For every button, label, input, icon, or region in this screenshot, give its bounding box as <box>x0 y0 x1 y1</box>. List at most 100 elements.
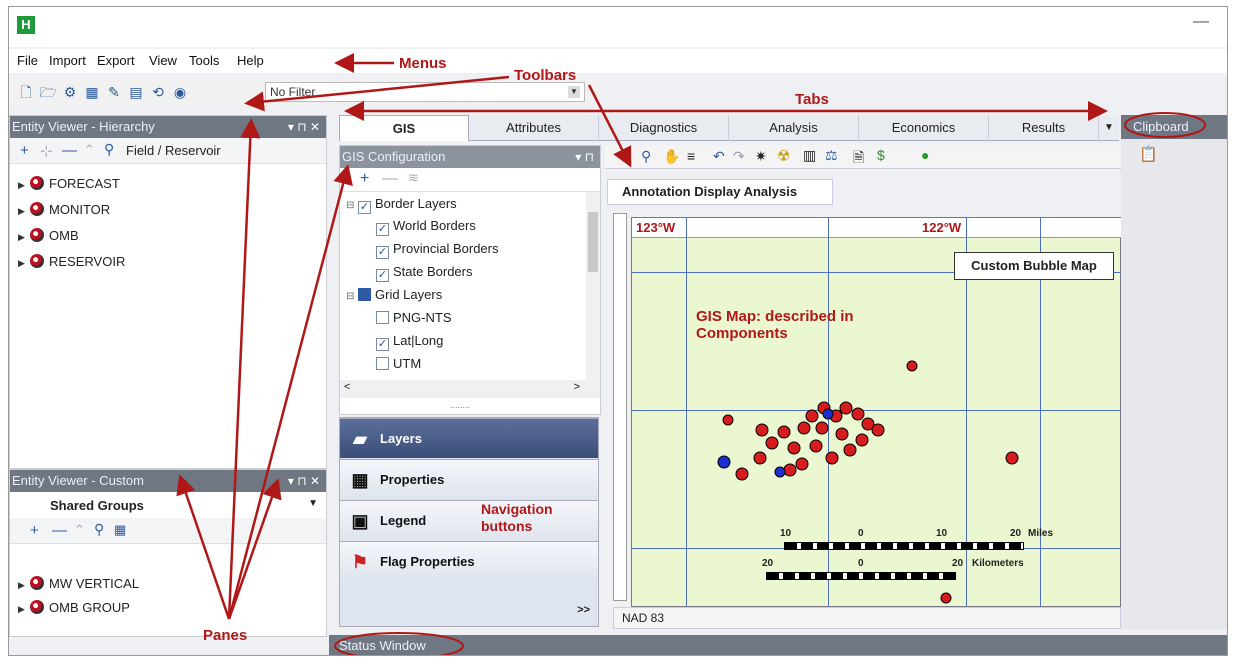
add-icon[interactable]: + <box>30 522 39 539</box>
layer-item[interactable]: ✓ World Borders <box>376 216 476 236</box>
search-icon[interactable]: ⚲ <box>104 141 114 158</box>
layer-group[interactable]: ⊟ Grid Layers <box>346 285 442 305</box>
hierarchy-level-label[interactable]: Field / Reservoir <box>126 143 221 158</box>
menu-view[interactable]: View <box>149 53 177 68</box>
tab-attributes[interactable]: Attributes <box>469 115 599 141</box>
remove-icon[interactable]: — <box>382 170 398 188</box>
checkbox-unchecked[interactable] <box>376 357 389 370</box>
add-child-icon[interactable]: ⊹ <box>40 142 53 160</box>
tabs-overflow-icon[interactable]: ▼ <box>1099 115 1119 141</box>
star-icon[interactable]: ✷ <box>755 148 767 165</box>
balance-icon[interactable]: ⚖ <box>825 147 838 164</box>
help-icon[interactable]: ◉ <box>171 83 189 101</box>
splitter-handle[interactable]: ........ <box>450 400 470 410</box>
tree-item[interactable]: ▶ MONITOR <box>18 200 110 220</box>
chevron-down-icon[interactable]: ▼ <box>568 86 580 98</box>
menu-file[interactable]: File <box>17 53 38 68</box>
checkbox-checked[interactable]: ✓ <box>358 201 372 214</box>
remove-icon[interactable]: — <box>62 142 77 159</box>
toggle-icon[interactable]: ▥ <box>803 147 816 164</box>
status-window-title[interactable]: Status Window <box>329 635 1227 655</box>
checkbox-checked[interactable]: ✓ <box>376 269 389 282</box>
ruler-icon[interactable]: ≡ <box>687 148 695 164</box>
minimize-button[interactable]: — <box>1193 14 1209 31</box>
layer-item[interactable]: ✓ Lat|Long <box>376 331 443 351</box>
collapse-icon[interactable]: ⌃ <box>84 142 95 158</box>
pointer-icon[interactable]: ⇖ <box>617 149 629 166</box>
layer-item[interactable]: UTM <box>376 354 421 374</box>
nav-properties-button[interactable]: ▦ Properties <box>340 459 598 499</box>
checkbox-partial[interactable] <box>358 288 372 301</box>
layer-item[interactable]: PNG-NTS <box>376 308 452 328</box>
expand-icon[interactable]: ▶ <box>18 227 30 247</box>
refresh-icon[interactable]: ⟲ <box>149 83 167 101</box>
clipboard-icon[interactable]: 📋 <box>1139 145 1158 163</box>
pane-controls[interactable]: ▾ ⊓ <box>575 146 594 168</box>
expand-icon[interactable]: ▶ <box>18 175 30 195</box>
pane-controls[interactable]: ▾ ⊓ ✕ <box>288 116 320 138</box>
pan-hand-icon[interactable]: ✋ <box>663 148 680 165</box>
expand-icon[interactable]: ▶ <box>18 575 30 595</box>
horizontal-scrollbar[interactable]: < > <box>340 380 600 398</box>
scrollbar-thumb[interactable] <box>588 212 598 272</box>
checkbox-checked[interactable]: ✓ <box>376 223 389 236</box>
money-icon[interactable]: $ <box>877 147 885 163</box>
tab-gis[interactable]: GIS <box>339 115 469 141</box>
tree-item[interactable]: ▶ OMB GROUP <box>18 598 130 618</box>
clipboard-pane-title[interactable]: Clipboard <box>1121 115 1227 139</box>
redo-icon[interactable]: ↷ <box>733 148 745 165</box>
collapse-icon[interactable]: ⊟ <box>346 200 354 211</box>
report-icon[interactable]: ▤ <box>127 83 145 101</box>
point-icon[interactable]: ● <box>921 147 929 163</box>
tree-item[interactable]: ▶ OMB <box>18 226 79 246</box>
tree-item[interactable]: ▶ MW VERTICAL <box>18 574 139 594</box>
groups-dropdown[interactable]: Shared Groups ▼ <box>10 492 326 518</box>
layer-item[interactable]: ✓ Provincial Borders <box>376 239 499 259</box>
edit-icon[interactable]: ✎ <box>105 83 123 101</box>
nav-more-button[interactable]: >> <box>577 604 590 616</box>
undo-icon[interactable]: ↶ <box>713 148 725 165</box>
gear-icon[interactable]: ⚙ <box>61 83 79 101</box>
tab-analysis[interactable]: Analysis <box>729 115 859 141</box>
zoom-icon[interactable]: ⚲ <box>641 148 651 165</box>
collapse-icon[interactable]: ⊟ <box>346 291 354 302</box>
scroll-left-icon[interactable]: < <box>344 381 350 393</box>
tab-diagnostics[interactable]: Diagnostics <box>599 115 729 141</box>
layer-props-icon[interactable]: ≋ <box>408 170 419 186</box>
chevron-down-icon[interactable]: ▼ <box>308 498 318 509</box>
expand-icon[interactable]: ▶ <box>18 253 30 273</box>
radiation-icon[interactable]: ☢ <box>777 147 790 165</box>
layer-item[interactable]: ✓ State Borders <box>376 262 473 282</box>
menu-export[interactable]: Export <box>97 53 135 68</box>
search-icon[interactable]: ⚲ <box>94 521 104 538</box>
open-folder-icon[interactable]: 🗁 <box>39 83 57 101</box>
nav-flag-properties-button[interactable]: ⚑ Flag Properties <box>340 541 598 581</box>
filter-select[interactable]: No Filter ▼ <box>265 82 585 102</box>
checkbox-checked[interactable]: ✓ <box>376 338 389 351</box>
nav-layers-button[interactable]: ▰ Layers <box>340 418 598 458</box>
checkbox-unchecked[interactable] <box>376 311 389 324</box>
new-file-icon[interactable]: 🗋 <box>17 83 35 101</box>
menu-tools[interactable]: Tools <box>189 53 219 68</box>
menu-import[interactable]: Import <box>49 53 86 68</box>
tree-item[interactable]: ▶ FORECAST <box>18 174 120 194</box>
tree-item[interactable]: ▶ RESERVOIR <box>18 252 125 272</box>
remove-icon[interactable]: — <box>52 522 67 539</box>
checkbox-checked[interactable]: ✓ <box>376 246 389 259</box>
gis-map[interactable]: 123°W 122°W Custom Bubble Map GIS Map: d… <box>631 217 1122 607</box>
expand-icon[interactable]: ▶ <box>18 599 30 619</box>
add-icon[interactable]: + <box>360 170 369 188</box>
grid-icon[interactable]: ▦ <box>114 522 126 538</box>
scroll-right-icon[interactable]: > <box>574 381 580 393</box>
map-subtab[interactable]: Annotation Display Analysis <box>607 179 833 205</box>
collapse-icon[interactable]: ⌃ <box>74 522 85 538</box>
tab-results[interactable]: Results <box>989 115 1099 141</box>
layer-group[interactable]: ⊟ ✓ Border Layers <box>346 194 457 214</box>
document-icon[interactable]: 🗎 <box>853 147 864 171</box>
table-icon[interactable]: ▦ <box>83 83 101 101</box>
pane-controls[interactable]: ▾ ⊓ ✕ <box>288 470 320 492</box>
tab-economics[interactable]: Economics <box>859 115 989 141</box>
vertical-scrollbar[interactable] <box>586 192 600 380</box>
add-icon[interactable]: + <box>20 142 29 159</box>
menu-help[interactable]: Help <box>237 53 264 68</box>
